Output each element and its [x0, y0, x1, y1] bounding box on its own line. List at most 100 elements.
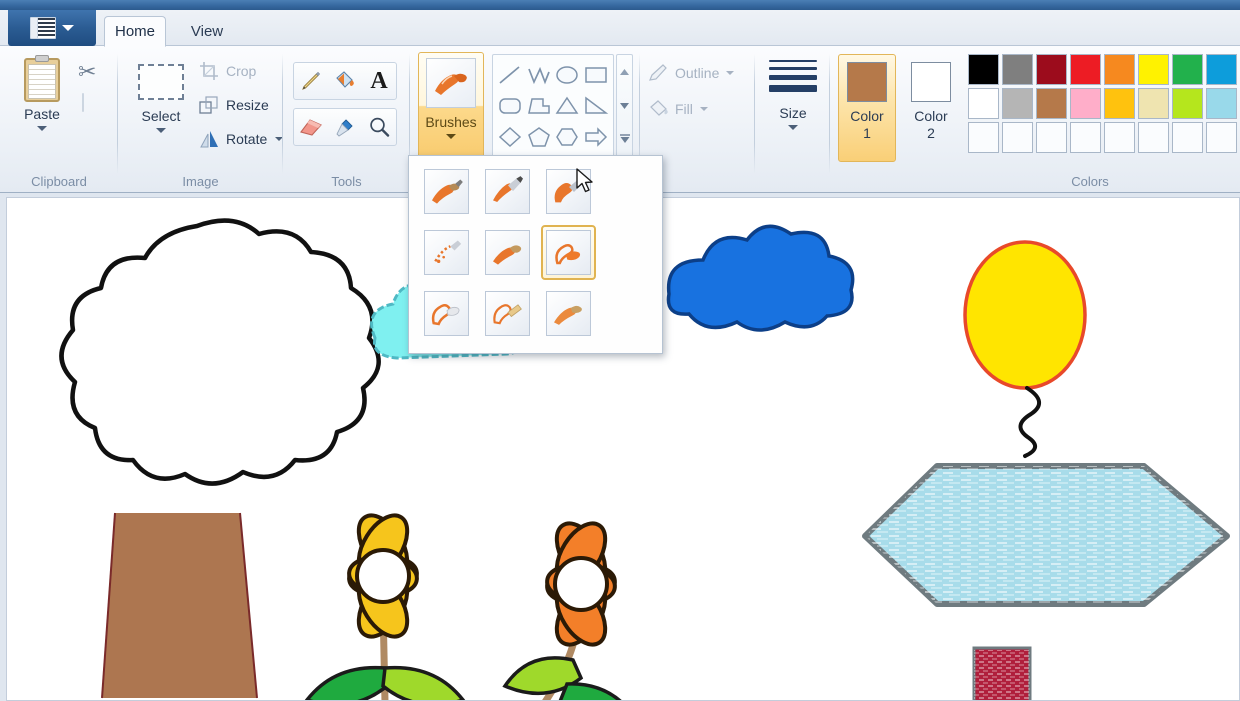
palette-swatch[interactable]: [1002, 54, 1033, 85]
shape-diamond[interactable]: [496, 121, 525, 152]
paint-bucket-icon[interactable]: [330, 66, 360, 96]
palette-swatch[interactable]: [1172, 54, 1203, 85]
outline-pen-icon: [648, 62, 670, 84]
scroll-up-icon[interactable]: [619, 63, 630, 81]
tab-home[interactable]: Home: [104, 16, 166, 47]
palette-swatch[interactable]: [1070, 54, 1101, 85]
fill-button[interactable]: Fill: [648, 94, 708, 124]
text-a-icon[interactable]: A: [364, 66, 394, 96]
rotate-button[interactable]: Rotate: [198, 124, 284, 154]
tree-foliage: [59, 218, 381, 486]
crop-button[interactable]: Crop: [198, 56, 256, 86]
shape-hexagon[interactable]: [553, 121, 582, 152]
palette-swatch[interactable]: [1070, 88, 1101, 119]
paint-menu-button[interactable]: [8, 10, 96, 46]
shape-oval[interactable]: [553, 59, 582, 90]
brushes-dropdown-panel[interactable]: [408, 155, 663, 354]
size-label: Size: [779, 105, 807, 121]
color-palette[interactable]: [968, 54, 1240, 166]
palette-swatch[interactable]: [1172, 88, 1203, 119]
eyedropper-icon[interactable]: [330, 112, 360, 142]
brush-option-brush[interactable]: [419, 164, 474, 219]
blue-cloud-drawing: [666, 224, 855, 332]
crop-icon: [198, 60, 220, 82]
rotate-icon: [198, 128, 220, 150]
cut-button[interactable]: ✂: [78, 58, 106, 86]
paste-button[interactable]: Paste: [14, 54, 70, 162]
palette-empty-slot[interactable]: [1036, 122, 1067, 153]
ribbon-group-clipboard: Paste ✂ Clipboard: [0, 46, 118, 193]
brush-option-airbrush[interactable]: [419, 225, 474, 280]
palette-empty-slot[interactable]: [1206, 122, 1237, 153]
orange-flower-drawing: [502, 521, 622, 700]
ribbon-group-image: Select Crop Resize Rotate Image: [118, 46, 284, 193]
shape-right-arrow[interactable]: [582, 121, 611, 152]
brush-option-watercolor-brush[interactable]: [541, 286, 596, 341]
tab-view[interactable]: View: [176, 16, 238, 46]
resize-label: Resize: [226, 97, 269, 113]
magnifier-icon[interactable]: [364, 112, 394, 142]
fill-label: Fill: [675, 101, 693, 117]
yellow-flower-drawing: [304, 513, 466, 700]
balloon-drawing: [963, 240, 1087, 458]
palette-swatch[interactable]: [1104, 88, 1135, 119]
shape-rectangle[interactable]: [582, 59, 611, 90]
shape-polygon[interactable]: [525, 90, 554, 121]
size-button[interactable]: Size: [763, 54, 823, 164]
size-lines-icon: [769, 60, 817, 97]
palette-swatch[interactable]: [1138, 54, 1169, 85]
shapes-gallery[interactable]: [492, 54, 614, 158]
brush-option-calligraphy-brush-2[interactable]: [541, 164, 596, 219]
select-button[interactable]: Select: [128, 56, 194, 162]
brush-option-calligraphy-brush-1[interactable]: [480, 164, 535, 219]
tab-home-label: Home: [115, 23, 156, 40]
outline-button[interactable]: Outline: [648, 58, 735, 88]
color-1-button[interactable]: Color 1: [838, 54, 896, 162]
palette-empty-slot[interactable]: [1070, 122, 1101, 153]
shape-pentagon[interactable]: [525, 121, 554, 152]
tools-row-2: [293, 108, 397, 146]
eraser-icon[interactable]: [296, 112, 326, 142]
pencil-icon[interactable]: [296, 66, 326, 96]
brushes-button[interactable]: Brushes: [418, 52, 484, 168]
palette-swatch[interactable]: [1206, 88, 1237, 119]
palette-swatch[interactable]: [1206, 54, 1237, 85]
brush-option-natural-pencil[interactable]: [480, 286, 535, 341]
color-2-swatch: [911, 62, 951, 102]
natural-pencil-icon: [485, 291, 530, 336]
copy-button[interactable]: [78, 93, 106, 122]
palette-swatch[interactable]: [1002, 88, 1033, 119]
brush-option-crayon[interactable]: [541, 225, 596, 280]
shape-right-triangle[interactable]: [582, 90, 611, 121]
shape-rounded-rectangle[interactable]: [496, 90, 525, 121]
chevron-down-icon: [726, 71, 735, 75]
group-label-image: Image: [182, 174, 219, 189]
airbrush-icon: [424, 230, 469, 275]
more-shapes-icon[interactable]: [619, 131, 631, 149]
scroll-down-icon[interactable]: [619, 97, 630, 115]
orange-flower-center: [553, 556, 609, 612]
palette-empty-slot[interactable]: [1104, 122, 1135, 153]
palette-empty-slot[interactable]: [1172, 122, 1203, 153]
palette-swatch[interactable]: [1036, 54, 1067, 85]
shape-line[interactable]: [496, 59, 525, 90]
palette-empty-slot[interactable]: [968, 122, 999, 153]
resize-button[interactable]: Resize: [198, 90, 269, 120]
palette-empty-slot[interactable]: [1002, 122, 1033, 153]
shape-curve[interactable]: [525, 59, 554, 90]
palette-empty-slot[interactable]: [1138, 122, 1169, 153]
palette-swatch[interactable]: [968, 54, 999, 85]
palette-swatch[interactable]: [1138, 88, 1169, 119]
brush-option-marker[interactable]: [419, 286, 474, 341]
shape-triangle[interactable]: [553, 90, 582, 121]
color-2-button[interactable]: Color 2: [902, 54, 960, 162]
brush-icon: [426, 58, 476, 108]
watercolor-brush-icon: [546, 291, 591, 336]
shapes-scrollbar[interactable]: [616, 54, 633, 158]
tools-row-1: A: [293, 62, 397, 100]
chevron-down-icon: [156, 128, 166, 133]
brush-option-oil-brush[interactable]: [480, 225, 535, 280]
palette-swatch[interactable]: [968, 88, 999, 119]
palette-swatch[interactable]: [1104, 54, 1135, 85]
palette-swatch[interactable]: [1036, 88, 1067, 119]
